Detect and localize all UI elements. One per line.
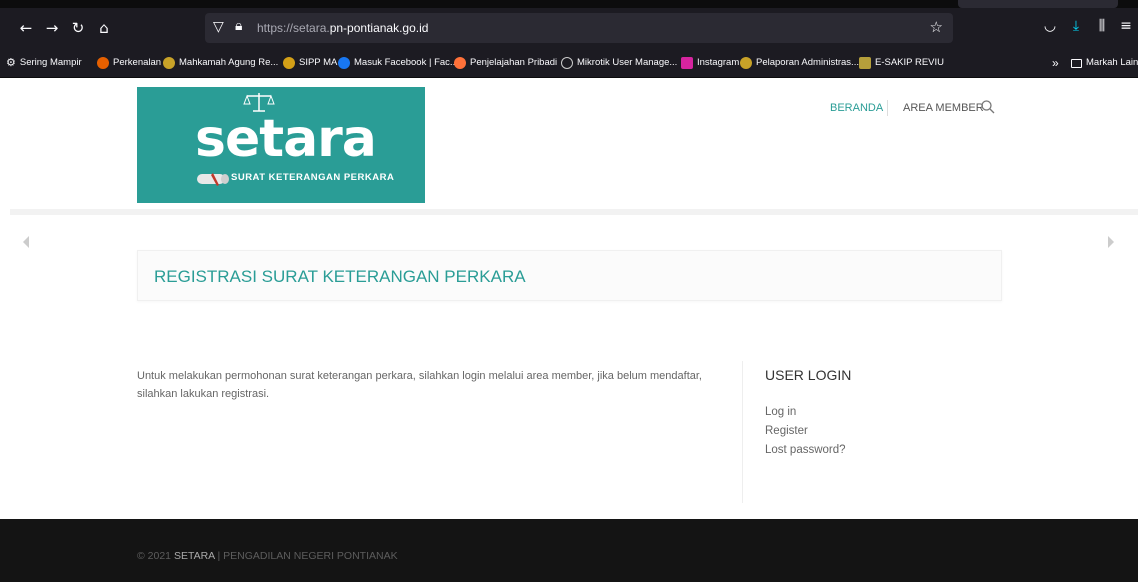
sidebar-divider — [742, 361, 743, 503]
url-bar[interactable]: ▽ 🔒︎ https://setara.pn-pontianak.go.id ☆ — [205, 13, 953, 43]
other-bookmarks-button[interactable]: Markah Lain — [1071, 55, 1138, 71]
chevrons-right-icon: » — [1052, 56, 1059, 70]
bookmarks-overflow-button[interactable]: » — [1052, 55, 1059, 71]
bookmark-label: SIPP MA — [299, 57, 338, 68]
bookmark-label: Sering Mampir — [19, 57, 82, 68]
nav-separator — [887, 100, 888, 116]
scroll-icon — [197, 173, 229, 186]
bookmark-item[interactable]: E-SAKIP REVIU — [859, 55, 944, 71]
pelaporan-icon — [740, 57, 752, 69]
lost-password-link[interactable]: Lost password? — [765, 444, 846, 456]
bookmark-label: Penjelajahan Pribadi — [470, 57, 558, 68]
site-header: setara SURAT KETERANGAN PERKARA BERANDA … — [0, 79, 1138, 211]
web-page: setara SURAT KETERANGAN PERKARA BERANDA … — [0, 79, 1138, 582]
bookmark-label: Mahkamah Agung Re... — [179, 57, 279, 68]
logo-word: setara — [195, 109, 377, 169]
reload-icon[interactable]: ↻ — [68, 18, 88, 38]
facebook-icon — [338, 57, 350, 69]
download-icon[interactable]: ⤓ — [1066, 18, 1086, 34]
bookmark-item[interactable]: Penjelajahan Pribadi — [454, 55, 557, 71]
page-title-box: REGISTRASI SURAT KETERANGAN PERKARA — [137, 250, 1002, 301]
forward-icon[interactable]: → — [42, 18, 62, 38]
folder-icon — [1071, 58, 1082, 68]
bookmark-item[interactable]: Mahkamah Agung Re... — [163, 55, 278, 71]
url-domain: pn-pontianak.go.id — [329, 21, 429, 35]
nav-beranda[interactable]: BERANDA — [830, 102, 883, 114]
intro-text: Untuk melakukan permohonan surat keteran… — [137, 370, 702, 400]
footer-brand-link[interactable]: SETARA — [174, 550, 215, 562]
bookmark-item[interactable]: Mikrotik User Manage... — [561, 55, 677, 71]
login-link[interactable]: Log in — [765, 406, 796, 418]
mahkamah-icon — [163, 57, 175, 69]
instagram-icon — [681, 57, 693, 69]
bookmark-item[interactable]: Instagram — [681, 55, 739, 71]
chevron-right-icon[interactable] — [1105, 234, 1117, 250]
library-icon[interactable]: ⫼ — [1092, 18, 1112, 34]
chevron-left-icon[interactable] — [20, 234, 32, 250]
gear-icon: ⚙ — [6, 56, 16, 69]
search-icon[interactable] — [980, 99, 996, 115]
bookmark-label: Instagram — [697, 57, 740, 68]
footer-suffix: | PENGADILAN NEGERI PONTIANAK — [214, 550, 398, 562]
private-browsing-icon — [454, 57, 466, 69]
esakip-icon — [859, 57, 871, 69]
site-footer: © 2021 SETARA | PENGADILAN NEGERI PONTIA… — [0, 519, 1138, 582]
firefox-icon — [97, 57, 109, 69]
tracking-shield-icon[interactable]: ▽ — [213, 19, 229, 37]
sipp-icon — [283, 57, 295, 69]
back-icon[interactable]: ← — [16, 18, 36, 38]
lock-icon[interactable]: 🔒︎ — [235, 18, 251, 36]
browser-tab-hint[interactable] — [958, 0, 1118, 8]
pocket-icon[interactable]: ◡ — [1040, 18, 1060, 34]
bookmark-item[interactable]: Perkenalan — [97, 55, 161, 71]
bookmark-item[interactable]: SIPP MA — [283, 55, 337, 71]
browser-toolbar: ← → ↻ ⌂ ▽ 🔒︎ https://setara.pn-pontianak… — [0, 8, 1138, 48]
footer-prefix: © 2021 — [137, 550, 174, 562]
bookmark-item[interactable]: Pelaporan Administras... — [740, 55, 859, 71]
browser-top-strip — [0, 0, 1138, 8]
page-title: REGISTRASI SURAT KETERANGAN PERKARA — [154, 267, 526, 286]
bookmark-item[interactable]: ⚙ Sering Mampir — [6, 55, 82, 71]
header-divider-gap — [0, 209, 10, 215]
site-logo[interactable]: setara SURAT KETERANGAN PERKARA — [137, 87, 425, 203]
footer-copyright: © 2021 SETARA | PENGADILAN NEGERI PONTIA… — [137, 550, 398, 562]
bookmark-star-icon[interactable]: ☆ — [930, 18, 943, 36]
bookmarks-bar: ⚙ Sering Mampir Perkenalan Mahkamah Agung… — [0, 48, 1138, 78]
globe-icon — [561, 57, 573, 69]
bookmark-label: E-SAKIP REVIU — [875, 57, 944, 68]
bookmark-label: Pelaporan Administras... — [756, 57, 859, 68]
nav-area-member[interactable]: AREA MEMBER — [903, 102, 984, 114]
bookmark-label: Perkenalan — [113, 57, 162, 68]
user-login-title: USER LOGIN — [765, 367, 852, 383]
menu-icon[interactable]: ≡ — [1116, 18, 1136, 34]
header-divider — [0, 209, 1138, 215]
bookmark-item[interactable]: Masuk Facebook | Fac... — [338, 55, 458, 71]
bookmark-label: Mikrotik User Manage... — [577, 57, 678, 68]
url-text[interactable]: https://setara.pn-pontianak.go.id — [257, 21, 428, 35]
other-bookmarks-label: Markah Lain — [1086, 57, 1138, 68]
logo-subtitle: SURAT KETERANGAN PERKARA — [231, 172, 395, 183]
bookmark-label: Masuk Facebook | Fac... — [354, 57, 458, 68]
url-prefix: https://setara. — [257, 21, 330, 35]
register-link[interactable]: Register — [765, 425, 808, 437]
home-icon[interactable]: ⌂ — [94, 18, 114, 38]
